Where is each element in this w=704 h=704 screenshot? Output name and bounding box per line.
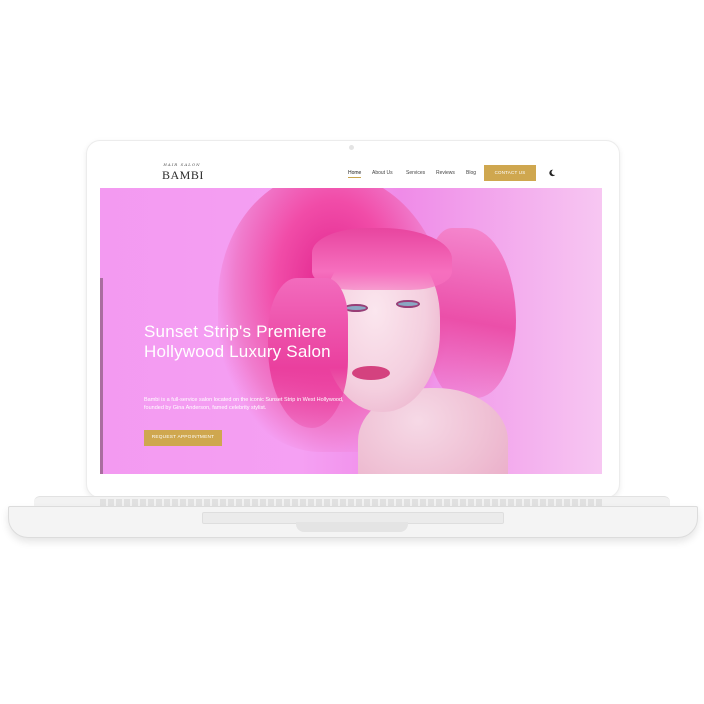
- logo-name: BAMBI: [162, 168, 204, 182]
- moon-icon[interactable]: [548, 169, 556, 177]
- hero-photo-lips: [352, 366, 390, 380]
- nav-item-services[interactable]: Services: [406, 170, 425, 176]
- nav-item-blog[interactable]: Blog: [466, 170, 476, 176]
- request-appointment-button[interactable]: REQUEST APPOINTMENT: [144, 430, 222, 446]
- site-logo[interactable]: HAIR SALON BAMBI: [162, 162, 204, 188]
- hero-description: Bambi is a full-service salon located on…: [144, 397, 344, 411]
- laptop-mockup: HAIR SALON BAMBI Home About Us Services …: [0, 0, 704, 704]
- nav-item-home[interactable]: Home: [348, 170, 362, 178]
- nav-item-reviews[interactable]: Reviews: [436, 170, 455, 176]
- site-header: HAIR SALON BAMBI Home About Us Services …: [100, 158, 602, 188]
- webcam: [349, 145, 354, 150]
- laptop-base-notch: [296, 522, 408, 532]
- hero-title: Sunset Strip's Premiere Hollywood Luxury…: [144, 322, 331, 361]
- nav-item-about-us[interactable]: About Us: [372, 170, 393, 176]
- contact-us-button[interactable]: CONTACT US: [484, 165, 536, 181]
- hero-photo-right-eye: [396, 300, 420, 308]
- hero-section: Sunset Strip's Premiere Hollywood Luxury…: [100, 188, 602, 474]
- laptop-screen: HAIR SALON BAMBI Home About Us Services …: [100, 158, 602, 474]
- side-strip: [100, 278, 103, 474]
